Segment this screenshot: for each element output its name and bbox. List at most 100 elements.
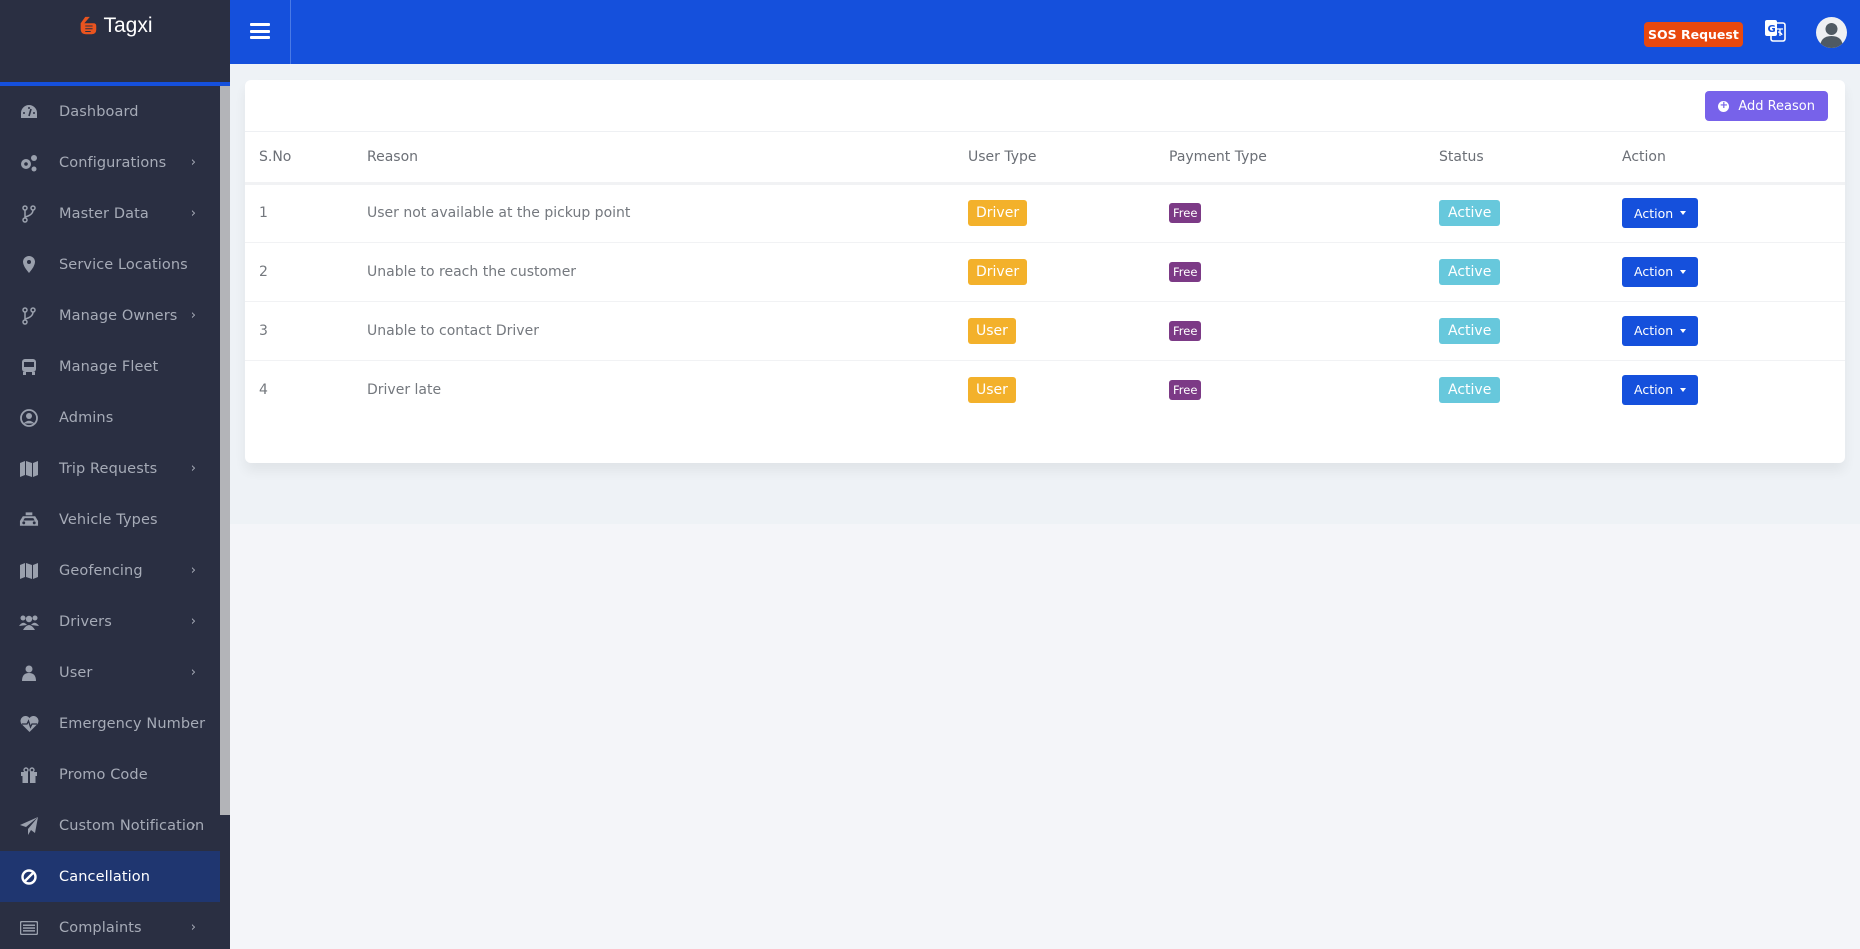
list-alt-icon — [19, 918, 39, 938]
paper-plane-icon — [19, 816, 39, 836]
action-dropdown-button[interactable]: Action — [1622, 315, 1699, 346]
cancellation-reasons-table: S.No Reason User Type Payment Type Statu… — [245, 132, 1845, 419]
code-branch-icon — [19, 306, 39, 326]
header-divider — [290, 0, 291, 64]
caret-down-icon — [1680, 328, 1687, 333]
top-header: SOS Request G — [230, 0, 1860, 64]
chevron-right-icon: › — [190, 920, 196, 935]
action-dropdown-button[interactable]: Action — [1622, 374, 1699, 405]
cell-reason: Unable to contact Driver — [367, 301, 968, 361]
cell-sno: 3 — [245, 301, 367, 361]
sidebar-item-emergency-number[interactable]: Emergency Number — [0, 698, 220, 749]
action-dropdown-button[interactable]: Action — [1622, 256, 1699, 287]
sidebar-item-service-locations[interactable]: Service Locations — [0, 239, 220, 290]
table-row: 1 User not available at the pickup point… — [245, 183, 1845, 243]
sidebar-item-manage-owners[interactable]: Manage Owners › — [0, 290, 220, 341]
card-toolbar: + Add Reason — [245, 80, 1845, 132]
cell-reason: Unable to reach the customer — [367, 242, 968, 302]
user-type-badge: Driver — [968, 200, 1028, 226]
logo-area: Tagxi — [0, 0, 230, 82]
chevron-right-icon: › — [190, 308, 196, 323]
gift-icon — [19, 765, 39, 785]
sidebar-scrollbar-thumb[interactable] — [220, 86, 230, 815]
sidebar-item-admins[interactable]: Admins — [0, 392, 220, 443]
caret-down-icon — [1680, 269, 1687, 274]
payment-type-badge: Free — [1169, 379, 1202, 400]
sidebar-item-label: Vehicle Types — [59, 511, 158, 528]
action-label: Action — [1634, 382, 1674, 398]
user-type-badge: User — [968, 376, 1016, 403]
table-header-row: S.No Reason User Type Payment Type Statu… — [245, 132, 1845, 185]
sidebar-item-dashboard[interactable]: Dashboard — [0, 86, 220, 137]
sidebar-item-label: Master Data — [59, 205, 149, 222]
code-branch-icon — [19, 204, 39, 224]
sidebar-item-vehicle-types[interactable]: Vehicle Types — [0, 494, 220, 545]
chevron-right-icon: › — [190, 206, 196, 221]
add-reason-label: Add Reason — [1738, 98, 1815, 114]
user-avatar-icon[interactable] — [1816, 17, 1847, 48]
taxi-icon — [19, 510, 39, 530]
sidebar-item-user[interactable]: User › — [0, 647, 220, 698]
sidebar-item-manage-fleet[interactable]: Manage Fleet — [0, 341, 220, 392]
sidebar-item-custom-notification[interactable]: Custom Notification › — [0, 800, 220, 851]
status-badge: Active — [1439, 200, 1501, 226]
table-row: 3 Unable to contact Driver User Free Act… — [245, 301, 1845, 361]
add-reason-button[interactable]: + Add Reason — [1705, 91, 1828, 121]
sidebar-item-label: Cancellation — [59, 868, 151, 885]
sidebar-item-label: Trip Requests — [59, 460, 158, 477]
sidebar-item-label: Drivers — [59, 613, 112, 630]
sidebar-item-drivers[interactable]: Drivers › — [0, 596, 220, 647]
sidebar-item-label: Complaints — [59, 919, 142, 936]
cell-sno: 1 — [245, 183, 367, 243]
chevron-right-icon: › — [190, 818, 196, 833]
payment-type-badge: Free — [1169, 261, 1202, 282]
plus-circle-icon: + — [1718, 100, 1730, 112]
cell-reason: Driver late — [367, 381, 442, 398]
sidebar-item-label: Service Locations — [59, 256, 188, 273]
map-marker-icon — [19, 255, 39, 275]
sidebar-item-complaints[interactable]: Complaints › — [0, 902, 220, 949]
dashboard-gauge-icon — [19, 102, 39, 122]
sidebar-item-label: Emergency Number — [59, 715, 206, 732]
cancellation-reasons-card: + Add Reason S.No Reason User Type Payme… — [245, 80, 1845, 463]
sidebar-item-label: User — [59, 664, 93, 681]
sidebar: Tagxi Dashboard Configurations › Master … — [0, 0, 230, 949]
table-row: 2 Unable to reach the customer Driver Fr… — [245, 242, 1845, 302]
cogs-icon — [19, 153, 39, 173]
action-label: Action — [1634, 205, 1674, 221]
svg-text:G: G — [1768, 24, 1776, 35]
map-icon — [19, 459, 39, 479]
action-dropdown-button[interactable]: Action — [1622, 198, 1699, 228]
status-badge: Active — [1439, 317, 1501, 344]
cell-sno: 2 — [245, 242, 367, 302]
sidebar-item-label: Configurations — [59, 154, 167, 171]
bus-icon — [19, 357, 39, 377]
status-badge: Active — [1439, 258, 1501, 285]
sidebar-item-master-data[interactable]: Master Data › — [0, 188, 220, 239]
table-row: 4 Driver late User Free Active Action — [245, 360, 1845, 419]
sidebar-item-cancellation[interactable]: Cancellation — [0, 851, 220, 902]
sidebar-item-geofencing[interactable]: Geofencing › — [0, 545, 220, 596]
chevron-right-icon: › — [190, 563, 196, 578]
user-icon — [19, 663, 39, 683]
sidebar-nav: Dashboard Configurations › Master Data ›… — [0, 86, 220, 949]
chevron-right-icon: › — [190, 665, 196, 680]
action-label: Action — [1634, 264, 1674, 279]
sidebar-item-configurations[interactable]: Configurations › — [0, 137, 220, 188]
sidebar-item-label: Manage Owners — [59, 307, 178, 324]
column-header-payment-type: Payment Type — [1169, 132, 1439, 185]
map-icon — [19, 561, 39, 581]
sos-request-button[interactable]: SOS Request — [1644, 22, 1743, 47]
brand-logo[interactable]: Tagxi — [77, 14, 153, 38]
column-header-status: Status — [1439, 132, 1622, 185]
cell-sno: 4 — [259, 381, 268, 398]
translate-icon[interactable]: G — [1764, 19, 1786, 43]
user-type-badge: User — [968, 317, 1016, 344]
column-header-action: Action — [1622, 132, 1845, 185]
hamburger-icon[interactable] — [250, 23, 270, 39]
payment-type-badge: Free — [1169, 203, 1202, 223]
column-header-user-type: User Type — [968, 132, 1169, 185]
sidebar-item-promo-code[interactable]: Promo Code — [0, 749, 220, 800]
cell-reason: User not available at the pickup point — [367, 183, 968, 243]
sidebar-item-trip-requests[interactable]: Trip Requests › — [0, 443, 220, 494]
